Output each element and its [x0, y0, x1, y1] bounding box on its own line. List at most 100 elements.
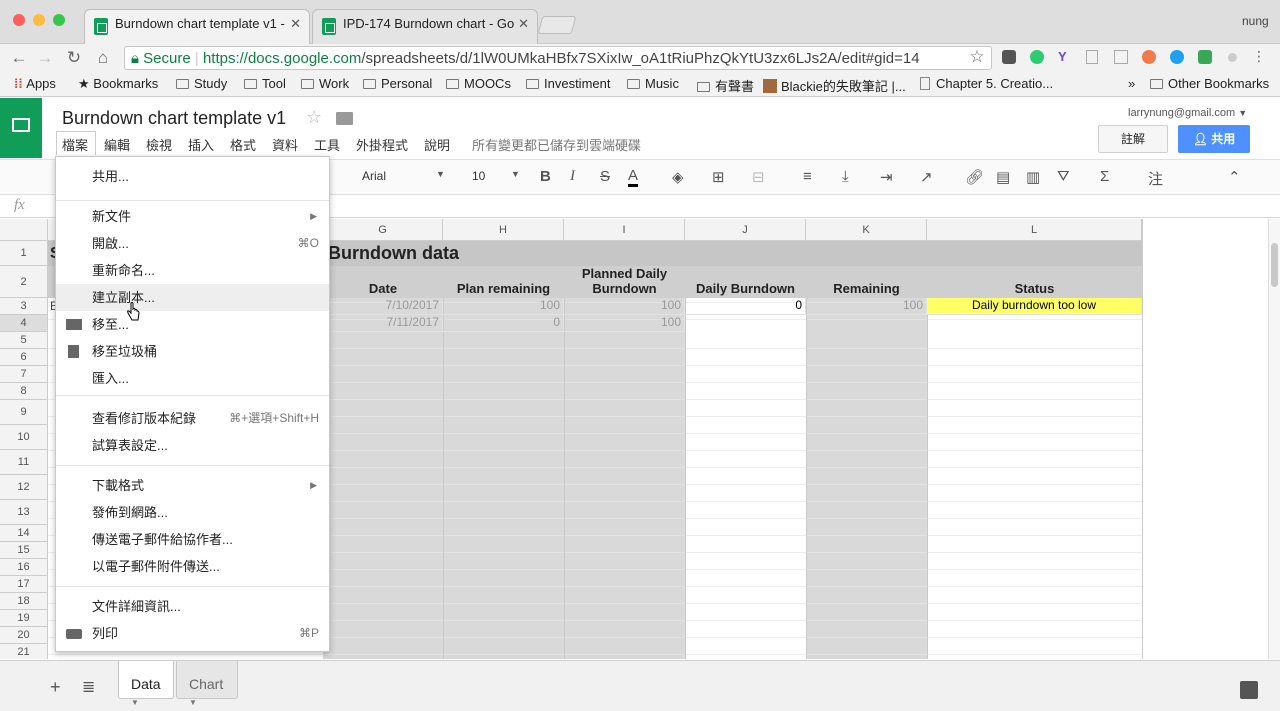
column-header-l[interactable]: L — [927, 219, 1142, 241]
menu-item-trash[interactable]: 移至垃圾桶 — [56, 338, 329, 365]
comments-button[interactable]: 註解 — [1098, 125, 1168, 153]
bookmark-apps[interactable]: ⁞⁞ Apps — [14, 76, 56, 91]
close-tab-icon[interactable]: ✕ — [518, 16, 529, 32]
menu-item-rename[interactable]: 重新命名... — [56, 257, 329, 284]
all-sheets-icon[interactable]: ≣ — [82, 677, 95, 697]
strikethrough-button[interactable]: S — [600, 168, 610, 185]
new-tab-button[interactable] — [537, 16, 577, 34]
menu-format[interactable]: 格式 — [230, 135, 256, 154]
extension-icon[interactable] — [1228, 53, 1237, 62]
row-header[interactable]: 13 — [0, 500, 48, 525]
row-header[interactable]: 16 — [0, 559, 48, 576]
scrollbar-thumb[interactable] — [1271, 243, 1278, 287]
section-title[interactable]: Burndown data — [328, 243, 459, 264]
extension-icon[interactable] — [1114, 50, 1128, 64]
row-header[interactable]: 6 — [0, 349, 48, 366]
row-header[interactable]: 3 — [0, 298, 48, 315]
menu-tools[interactable]: 工具 — [314, 135, 340, 154]
column-header-i[interactable]: I — [564, 219, 685, 241]
skype-icon[interactable] — [1170, 50, 1184, 64]
bookmark-audiobooks[interactable]: 有聲書 — [697, 76, 754, 95]
cell-planned-daily[interactable]: 100 — [564, 298, 685, 315]
menu-addons[interactable]: 外掛程式 — [356, 135, 408, 154]
extension-icon[interactable] — [1198, 50, 1212, 64]
pocket-icon[interactable] — [1002, 50, 1016, 64]
row-header[interactable]: 21 — [0, 644, 48, 659]
folder-icon[interactable] — [336, 112, 353, 125]
cell-date[interactable]: 7/11/2017 — [323, 315, 443, 332]
star-icon[interactable]: ☆ — [306, 107, 322, 128]
menu-edit[interactable]: 編輯 — [104, 135, 130, 154]
account-email[interactable]: larrynung@gmail.com ▼ — [1128, 107, 1247, 119]
borders-icon[interactable]: ⊞ — [712, 168, 725, 186]
row-header[interactable]: 5 — [0, 332, 48, 349]
bookmark-work[interactable]: Work — [301, 76, 349, 91]
cell-date[interactable]: 7/10/2017 — [323, 298, 443, 315]
menu-item-publish[interactable]: 發佈到網路... — [56, 499, 329, 526]
menu-item-share[interactable]: 共用... — [56, 163, 329, 190]
close-window-button[interactable] — [13, 14, 25, 26]
bold-button[interactable]: B — [540, 168, 551, 185]
row-header[interactable]: 7 — [0, 366, 48, 383]
row-header[interactable]: 10 — [0, 425, 48, 450]
menu-item-print[interactable]: 列印 ⌘P — [56, 620, 329, 647]
menu-item-email-collaborators[interactable]: 傳送電子郵件給協作者... — [56, 526, 329, 553]
bookmark-other[interactable]: Other Bookmarks — [1150, 76, 1269, 91]
header-status[interactable]: Status — [927, 266, 1142, 298]
sheet-tab-chart[interactable]: Chart ▼ — [176, 661, 238, 707]
extension-icon[interactable] — [1030, 50, 1044, 64]
header-remaining[interactable]: Remaining — [806, 266, 927, 298]
italic-button[interactable]: I — [570, 168, 575, 185]
menu-item-open[interactable]: 開啟... ⌘O — [56, 230, 329, 257]
functions-icon[interactable]: Σ — [1100, 168, 1109, 185]
extension-icon[interactable] — [1142, 50, 1156, 64]
document-title[interactable]: Burndown chart template v1 — [62, 108, 286, 129]
menu-view[interactable]: 檢視 — [146, 135, 172, 154]
cell-status[interactable]: Daily burndown too low — [927, 298, 1142, 315]
bookmark-blackie[interactable]: Blackie的失敗筆記 |... — [763, 76, 911, 95]
row-header[interactable]: 19 — [0, 610, 48, 627]
row-header[interactable]: 9 — [0, 400, 48, 425]
chart-icon[interactable]: ▥ — [1026, 168, 1040, 186]
font-size-select[interactable]: 10 — [472, 169, 485, 183]
menu-icon[interactable]: ⋮ — [1252, 48, 1266, 65]
text-rotation-icon[interactable]: ↗ — [920, 168, 933, 186]
menu-item-import[interactable]: 匯入... — [56, 365, 329, 392]
menu-item-download-as[interactable]: 下載格式 ▶ — [56, 472, 329, 499]
bookmark-personal[interactable]: Personal — [363, 76, 432, 91]
column-header-g[interactable]: G — [323, 219, 443, 241]
row-header[interactable]: 18 — [0, 593, 48, 610]
bookmark-study[interactable]: Study — [176, 76, 227, 91]
cell-remaining[interactable]: 100 — [806, 298, 927, 315]
extension-icon[interactable] — [1086, 50, 1098, 64]
address-bar[interactable]: 🔒︎ Secure | https://docs.google.com/spre… — [124, 46, 992, 70]
link-icon[interactable]: 🔗︎ — [965, 168, 984, 186]
text-color-button[interactable]: A — [628, 168, 639, 187]
header-daily-burndown[interactable]: Daily Burndown — [685, 266, 806, 298]
home-icon[interactable]: ⌂ — [92, 48, 114, 68]
row-header[interactable]: 15 — [0, 542, 48, 559]
explore-icon[interactable] — [1240, 681, 1258, 699]
column-header-h[interactable]: H — [443, 219, 564, 241]
menu-item-revision-history[interactable]: 查看修訂版本紀錄 ⌘+選項+Shift+H — [56, 405, 329, 432]
cell-plan-remaining[interactable]: 0 — [443, 315, 564, 332]
menu-item-spreadsheet-settings[interactable]: 試算表設定... — [56, 432, 329, 459]
chevron-up-icon[interactable]: ⌃ — [1228, 168, 1241, 186]
minimize-window-button[interactable] — [33, 14, 45, 26]
close-tab-icon[interactable]: ✕ — [290, 16, 301, 32]
row-header[interactable]: 20 — [0, 627, 48, 644]
menu-file[interactable]: 檔案 — [62, 135, 88, 154]
bookmark-tool[interactable]: Tool — [244, 76, 286, 91]
row-header[interactable]: 8 — [0, 383, 48, 400]
select-all-corner[interactable] — [0, 219, 48, 241]
bookmarks-overflow[interactable]: » — [1128, 76, 1135, 91]
menu-help[interactable]: 說明 — [424, 135, 450, 154]
row-header[interactable]: 11 — [0, 450, 48, 475]
header-date[interactable]: Date — [323, 266, 443, 298]
input-tools-button[interactable]: 注 — [1148, 168, 1163, 189]
bookmark-bookmarks[interactable]: ★ Bookmarks — [78, 76, 158, 92]
filter-icon[interactable]: ⛛ — [1057, 168, 1070, 185]
row-header[interactable]: 14 — [0, 525, 48, 542]
forward-icon[interactable]: → — [34, 48, 56, 68]
font-family-select[interactable]: Arial — [362, 169, 386, 183]
